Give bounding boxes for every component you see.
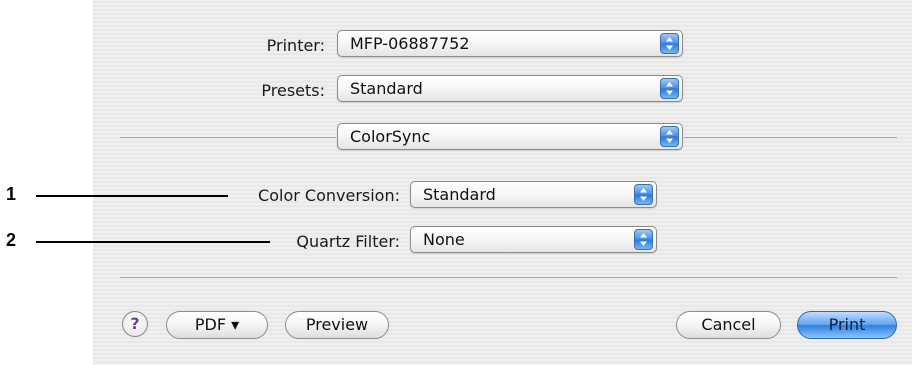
callout-line-2 — [36, 241, 270, 243]
printer-value: MFP-06887752 — [350, 34, 470, 53]
popup-arrows-icon — [660, 33, 679, 54]
bottom-separator — [120, 277, 897, 278]
callout-number-1: 1 — [6, 184, 17, 204]
panel-separator-right — [684, 137, 897, 138]
preview-button[interactable]: Preview — [285, 311, 389, 339]
pdf-button[interactable]: PDF ▾ — [166, 311, 268, 339]
panel-popup[interactable]: ColorSync — [337, 123, 683, 150]
help-button[interactable]: ? — [122, 311, 148, 337]
presets-value: Standard — [350, 79, 423, 98]
callout-line-1 — [36, 195, 228, 197]
color-conversion-label: Color Conversion: — [258, 186, 400, 205]
popup-arrows-icon — [660, 78, 679, 99]
presets-label: Presets: — [261, 81, 325, 100]
popup-arrows-icon — [634, 184, 653, 205]
quartz-filter-label: Quartz Filter: — [296, 232, 400, 251]
popup-arrows-icon — [634, 229, 653, 250]
presets-popup[interactable]: Standard — [337, 75, 683, 102]
callout-number-2: 2 — [6, 230, 17, 250]
printer-label: Printer: — [266, 36, 325, 55]
panel-separator-left — [120, 137, 336, 138]
print-button[interactable]: Print — [797, 311, 897, 339]
printer-popup[interactable]: MFP-06887752 — [337, 30, 683, 57]
cancel-button[interactable]: Cancel — [676, 311, 781, 339]
quartz-filter-value: None — [423, 230, 465, 249]
color-conversion-value: Standard — [423, 185, 496, 204]
color-conversion-popup[interactable]: Standard — [410, 181, 657, 208]
quartz-filter-popup[interactable]: None — [410, 226, 657, 253]
panel-value: ColorSync — [350, 127, 431, 146]
popup-arrows-icon — [660, 126, 679, 147]
